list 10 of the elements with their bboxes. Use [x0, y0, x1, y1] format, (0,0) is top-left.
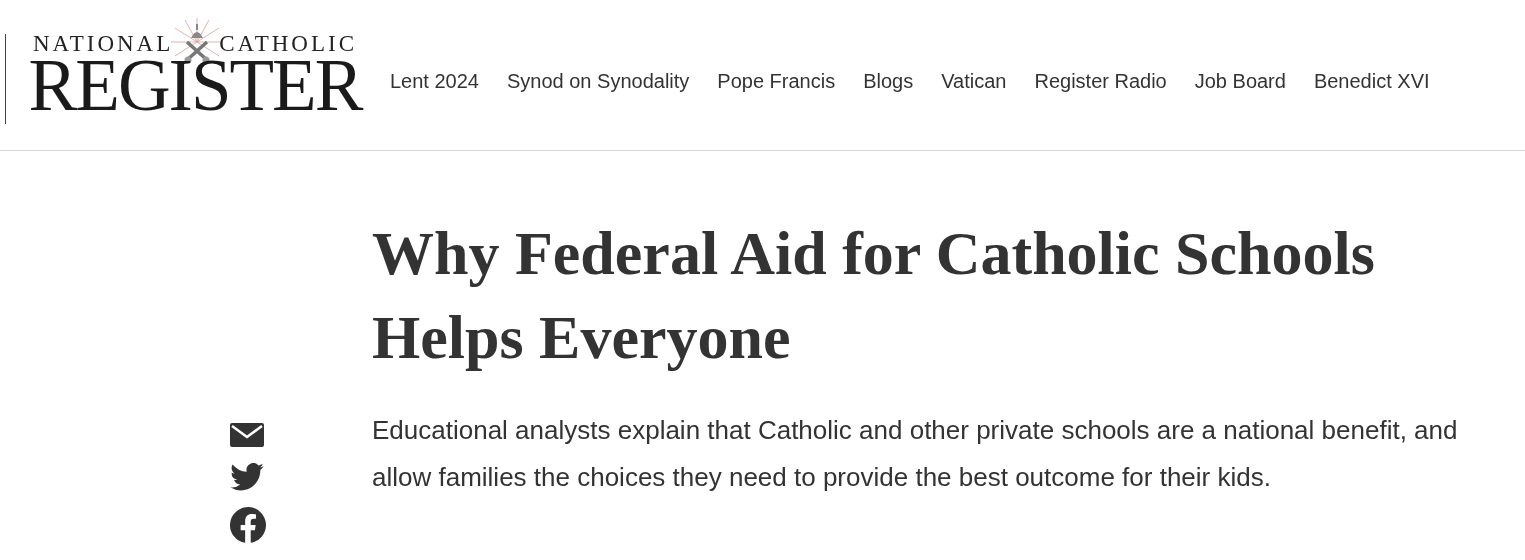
article-summary: Educational analysts explain that Catholic and other private schools are a national benefit, and allow families the choices they need to provide the best outcome for their kids.: [372, 414, 1459, 494]
nav-link[interactable]: Register Radio: [1034, 69, 1167, 93]
nav-link[interactable]: Blogs: [863, 69, 914, 93]
nav-link[interactable]: Vatican: [941, 69, 1007, 93]
nav-link[interactable]: Pope Francis: [717, 69, 836, 93]
nav-link[interactable]: Benedict XVI: [1313, 69, 1430, 93]
nav-link[interactable]: Lent 2024: [390, 69, 479, 93]
nav-link[interactable]: Job Board: [1194, 69, 1286, 93]
nav-link[interactable]: Synod on Synodality: [507, 69, 690, 93]
article-title: Why Federal Aid for Catholic Schools Helps Everyone: [372, 218, 1376, 373]
